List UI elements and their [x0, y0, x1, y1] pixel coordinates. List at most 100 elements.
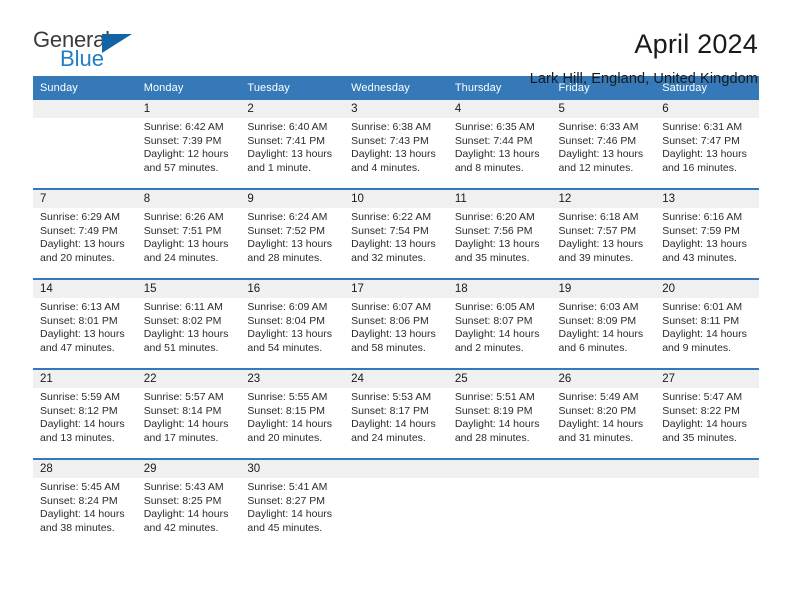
- day-cell-inner: 15 Sunrise: 6:11 AM Sunset: 8:02 PM Dayli…: [136, 280, 241, 368]
- day-number: 18: [447, 280, 552, 298]
- sun-times-text: Sunrise: 6:09 AM Sunset: 8:04 PM Dayligh…: [247, 301, 333, 354]
- sun-times-text: Sunrise: 6:01 AM Sunset: 8:11 PM Dayligh…: [662, 301, 747, 354]
- day-number: 23: [240, 370, 345, 388]
- column-header-wednesday: Wednesday: [344, 76, 448, 100]
- calendar-week-row: 7 Sunrise: 6:29 AM Sunset: 7:49 PM Daylig…: [33, 188, 759, 279]
- day-number: 27: [655, 370, 759, 388]
- day-number: 26: [551, 370, 656, 388]
- calendar-day-cell[interactable]: 5 Sunrise: 6:33 AM Sunset: 7:46 PM Daylig…: [551, 100, 656, 189]
- day-number: 10: [344, 190, 448, 208]
- sun-times-text: Sunrise: 6:07 AM Sunset: 8:06 PM Dayligh…: [351, 301, 436, 354]
- day-cell-inner: 6 Sunrise: 6:31 AM Sunset: 7:47 PM Daylig…: [655, 100, 759, 188]
- calendar-day-cell: [344, 458, 448, 546]
- sun-times-text: Sunrise: 6:35 AM Sunset: 7:44 PM Dayligh…: [454, 121, 540, 174]
- calendar-day-cell[interactable]: 25 Sunrise: 5:51 AM Sunset: 8:19 PM Dayli…: [447, 368, 552, 459]
- calendar-day-cell[interactable]: 4 Sunrise: 6:35 AM Sunset: 7:44 PM Daylig…: [447, 100, 552, 189]
- sun-times-text: Sunrise: 6:18 AM Sunset: 7:57 PM Dayligh…: [558, 211, 644, 264]
- day-number: [344, 460, 448, 478]
- calendar-day-cell[interactable]: 14 Sunrise: 6:13 AM Sunset: 8:01 PM Dayli…: [33, 278, 137, 369]
- calendar-day-cell[interactable]: 27 Sunrise: 5:47 AM Sunset: 8:22 PM Dayli…: [655, 368, 759, 459]
- day-number: [33, 100, 137, 118]
- calendar-day-cell[interactable]: 3 Sunrise: 6:38 AM Sunset: 7:43 PM Daylig…: [344, 100, 448, 189]
- calendar-body: 1 Sunrise: 6:42 AM Sunset: 7:39 PM Daylig…: [33, 100, 759, 546]
- sun-times-text: Sunrise: 5:49 AM Sunset: 8:20 PM Dayligh…: [558, 391, 644, 444]
- calendar-day-cell[interactable]: 20 Sunrise: 6:01 AM Sunset: 8:11 PM Dayli…: [655, 278, 759, 369]
- sun-times-text: [448, 478, 552, 481]
- calendar-day-cell[interactable]: 2 Sunrise: 6:40 AM Sunset: 7:41 PM Daylig…: [240, 100, 345, 189]
- calendar-week-row: 14 Sunrise: 6:13 AM Sunset: 8:01 PM Dayli…: [33, 278, 759, 369]
- day-cell-inner: [551, 460, 656, 546]
- sun-times-text: Sunrise: 6:11 AM Sunset: 8:02 PM Dayligh…: [143, 301, 229, 354]
- day-cell-inner: [344, 460, 448, 546]
- sun-times-text: Sunrise: 5:55 AM Sunset: 8:15 PM Dayligh…: [247, 391, 333, 444]
- day-number: 29: [136, 460, 241, 478]
- day-number: [447, 460, 552, 478]
- day-cell-inner: 29 Sunrise: 5:43 AM Sunset: 8:25 PM Dayli…: [136, 460, 241, 546]
- calendar-day-cell[interactable]: 13 Sunrise: 6:16 AM Sunset: 7:59 PM Dayli…: [655, 188, 759, 279]
- triangle-icon: [102, 34, 132, 53]
- day-number: 13: [655, 190, 759, 208]
- sun-times-text: Sunrise: 5:47 AM Sunset: 8:22 PM Dayligh…: [662, 391, 747, 444]
- day-number: 16: [240, 280, 345, 298]
- day-number: 20: [655, 280, 759, 298]
- calendar-day-cell[interactable]: 9 Sunrise: 6:24 AM Sunset: 7:52 PM Daylig…: [240, 188, 345, 279]
- calendar-day-cell: [33, 100, 137, 189]
- day-cell-inner: 11 Sunrise: 6:20 AM Sunset: 7:56 PM Dayli…: [447, 190, 552, 278]
- day-number: 1: [136, 100, 241, 118]
- calendar-day-cell[interactable]: 29 Sunrise: 5:43 AM Sunset: 8:25 PM Dayli…: [136, 458, 241, 546]
- calendar-day-cell[interactable]: 26 Sunrise: 5:49 AM Sunset: 8:20 PM Dayli…: [551, 368, 656, 459]
- day-cell-inner: 5 Sunrise: 6:33 AM Sunset: 7:46 PM Daylig…: [551, 100, 656, 188]
- calendar-day-cell[interactable]: 28 Sunrise: 5:45 AM Sunset: 8:24 PM Dayli…: [33, 458, 137, 546]
- calendar-day-cell[interactable]: 22 Sunrise: 5:57 AM Sunset: 8:14 PM Dayli…: [136, 368, 241, 459]
- day-cell-inner: 1 Sunrise: 6:42 AM Sunset: 7:39 PM Daylig…: [136, 100, 241, 188]
- calendar-day-cell[interactable]: 21 Sunrise: 5:59 AM Sunset: 8:12 PM Dayli…: [33, 368, 137, 459]
- calendar-day-cell[interactable]: 24 Sunrise: 5:53 AM Sunset: 8:17 PM Dayli…: [344, 368, 448, 459]
- column-header-sunday: Sunday: [33, 76, 137, 100]
- day-cell-inner: 12 Sunrise: 6:18 AM Sunset: 7:57 PM Dayli…: [551, 190, 656, 278]
- sun-times-text: Sunrise: 5:53 AM Sunset: 8:17 PM Dayligh…: [351, 391, 436, 444]
- calendar-day-cell[interactable]: 16 Sunrise: 6:09 AM Sunset: 8:04 PM Dayli…: [240, 278, 345, 369]
- day-cell-inner: 25 Sunrise: 5:51 AM Sunset: 8:19 PM Dayli…: [447, 370, 552, 458]
- day-number: 14: [33, 280, 137, 298]
- sun-times-text: Sunrise: 6:26 AM Sunset: 7:51 PM Dayligh…: [143, 211, 229, 264]
- calendar-day-cell[interactable]: 19 Sunrise: 6:03 AM Sunset: 8:09 PM Dayli…: [551, 278, 656, 369]
- calendar-day-cell[interactable]: 8 Sunrise: 6:26 AM Sunset: 7:51 PM Daylig…: [136, 188, 241, 279]
- calendar-week-row: 28 Sunrise: 5:45 AM Sunset: 8:24 PM Dayli…: [33, 458, 759, 546]
- day-number: 21: [33, 370, 137, 388]
- sun-times-text: Sunrise: 6:38 AM Sunset: 7:43 PM Dayligh…: [351, 121, 436, 174]
- day-number: [551, 460, 656, 478]
- day-number: 12: [551, 190, 656, 208]
- sun-times-text: [552, 478, 656, 481]
- calendar-day-cell[interactable]: 17 Sunrise: 6:07 AM Sunset: 8:06 PM Dayli…: [344, 278, 448, 369]
- sun-times-text: Sunrise: 5:43 AM Sunset: 8:25 PM Dayligh…: [143, 481, 229, 534]
- title-block: April 2024 Lark Hill, England, United Ki…: [530, 29, 759, 87]
- sun-times-text: Sunrise: 6:40 AM Sunset: 7:41 PM Dayligh…: [247, 121, 333, 174]
- calendar-day-cell[interactable]: 7 Sunrise: 6:29 AM Sunset: 7:49 PM Daylig…: [33, 188, 137, 279]
- calendar-day-cell[interactable]: 12 Sunrise: 6:18 AM Sunset: 7:57 PM Dayli…: [551, 188, 656, 279]
- calendar-day-cell[interactable]: 6 Sunrise: 6:31 AM Sunset: 7:47 PM Daylig…: [655, 100, 759, 189]
- day-cell-inner: 22 Sunrise: 5:57 AM Sunset: 8:14 PM Dayli…: [136, 370, 241, 458]
- day-cell-inner: 17 Sunrise: 6:07 AM Sunset: 8:06 PM Dayli…: [344, 280, 448, 368]
- calendar-day-cell[interactable]: 15 Sunrise: 6:11 AM Sunset: 8:02 PM Dayli…: [136, 278, 241, 369]
- day-cell-inner: 8 Sunrise: 6:26 AM Sunset: 7:51 PM Daylig…: [136, 190, 241, 278]
- calendar-day-cell[interactable]: 30 Sunrise: 5:41 AM Sunset: 8:27 PM Dayli…: [240, 458, 345, 546]
- calendar-day-cell[interactable]: 11 Sunrise: 6:20 AM Sunset: 7:56 PM Dayli…: [447, 188, 552, 279]
- day-number: [655, 460, 759, 478]
- sun-times-text: Sunrise: 6:24 AM Sunset: 7:52 PM Dayligh…: [247, 211, 333, 264]
- calendar-day-cell[interactable]: 1 Sunrise: 6:42 AM Sunset: 7:39 PM Daylig…: [136, 100, 241, 189]
- day-cell-inner: [447, 460, 552, 546]
- day-number: 11: [447, 190, 552, 208]
- sun-times-text: Sunrise: 6:33 AM Sunset: 7:46 PM Dayligh…: [558, 121, 644, 174]
- calendar-day-cell[interactable]: 23 Sunrise: 5:55 AM Sunset: 8:15 PM Dayli…: [240, 368, 345, 459]
- day-cell-inner: 26 Sunrise: 5:49 AM Sunset: 8:20 PM Dayli…: [551, 370, 656, 458]
- day-number: 5: [551, 100, 656, 118]
- day-number: 3: [344, 100, 448, 118]
- day-cell-inner: 19 Sunrise: 6:03 AM Sunset: 8:09 PM Dayli…: [551, 280, 656, 368]
- calendar-week-row: 21 Sunrise: 5:59 AM Sunset: 8:12 PM Dayli…: [33, 368, 759, 459]
- brand-logo[interactable]: General Blue: [33, 29, 145, 75]
- calendar-day-cell[interactable]: 10 Sunrise: 6:22 AM Sunset: 7:54 PM Dayli…: [344, 188, 448, 279]
- sun-times-text: Sunrise: 6:42 AM Sunset: 7:39 PM Dayligh…: [143, 121, 229, 174]
- day-cell-inner: 9 Sunrise: 6:24 AM Sunset: 7:52 PM Daylig…: [240, 190, 345, 278]
- calendar-day-cell[interactable]: 18 Sunrise: 6:05 AM Sunset: 8:07 PM Dayli…: [447, 278, 552, 369]
- sun-times-text: Sunrise: 5:51 AM Sunset: 8:19 PM Dayligh…: [454, 391, 540, 444]
